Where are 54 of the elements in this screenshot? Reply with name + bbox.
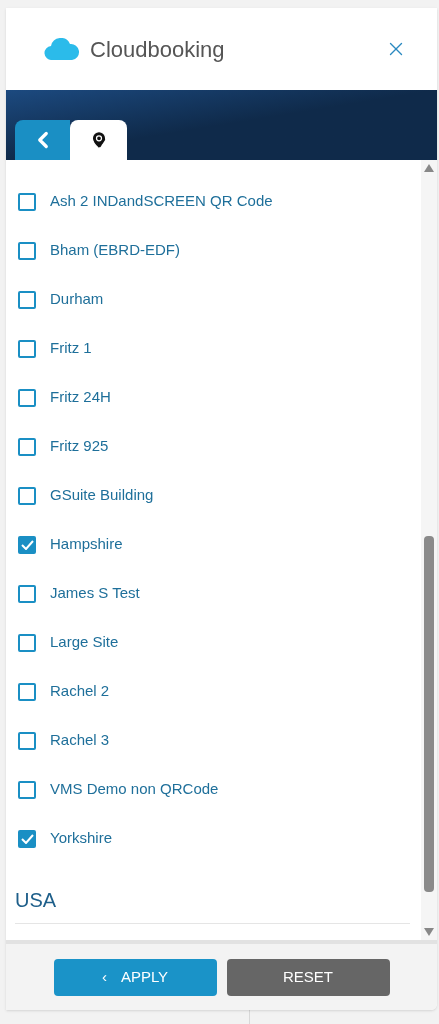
site-option[interactable]: VMS Demo non QRCode — [15, 765, 409, 814]
site-label: VMS Demo non QRCode — [50, 779, 219, 800]
checkbox[interactable] — [18, 780, 36, 799]
site-option[interactable]: Bham (EBRD-EDF) — [15, 226, 409, 275]
site-label: Durham — [50, 289, 104, 310]
site-option[interactable]: Fritz 24H — [15, 373, 409, 422]
site-label: Yorkshire — [50, 828, 112, 849]
site-option[interactable]: Fritz 1 — [15, 324, 409, 373]
site-option[interactable]: GSuite Building — [15, 471, 409, 520]
checkbox[interactable] — [18, 437, 36, 456]
site-option[interactable]: Durham — [15, 275, 409, 324]
checkbox[interactable] — [18, 388, 36, 407]
scrollbar[interactable] — [421, 160, 437, 940]
site-label: Large Site — [50, 632, 119, 653]
site-label: Ash 2 INDandSCREEN QR Code — [50, 191, 273, 212]
checkbox[interactable] — [18, 339, 36, 358]
site-option[interactable]: Ash 2 INDandSCREEN QR Code — [15, 177, 409, 226]
site-label: Bham (EBRD-EDF) — [50, 240, 180, 261]
check-icon — [20, 539, 34, 550]
checkbox[interactable] — [18, 731, 36, 750]
app-title: Cloudbooking — [90, 35, 225, 64]
site-label: James S Test — [50, 583, 140, 604]
scroll-down-icon[interactable] — [424, 928, 434, 936]
checkbox[interactable] — [18, 192, 36, 211]
site-label: Fritz 925 — [50, 436, 109, 457]
group-heading: USA — [15, 885, 410, 924]
checkbox[interactable] — [18, 535, 36, 554]
site-option[interactable]: Large Site — [15, 618, 409, 667]
reset-button[interactable]: RESET — [226, 958, 390, 996]
site-option[interactable]: James S Test — [15, 569, 409, 618]
scroll-thumb[interactable] — [424, 536, 434, 892]
check-icon — [20, 833, 34, 844]
site-label: Rachel 3 — [50, 730, 110, 751]
cloud-icon — [44, 38, 80, 60]
site-option[interactable]: Hampshire — [15, 520, 409, 569]
site-option[interactable]: Yorkshire — [15, 814, 409, 863]
site-option[interactable]: Rachel 3 — [15, 716, 409, 765]
checkbox[interactable] — [18, 486, 36, 505]
site-label: Fritz 1 — [50, 338, 92, 359]
site-label: GSuite Building — [50, 485, 154, 506]
site-option[interactable]: Rachel 2 — [15, 667, 409, 716]
checkbox[interactable] — [18, 241, 36, 260]
checkbox[interactable] — [18, 633, 36, 652]
site-label: Rachel 2 — [50, 681, 110, 702]
site-option[interactable]: Fritz 925 — [15, 422, 409, 471]
checkbox[interactable] — [18, 290, 36, 309]
scroll-up-icon[interactable] — [424, 164, 434, 172]
checkbox[interactable] — [18, 584, 36, 603]
checkbox[interactable] — [18, 829, 36, 848]
site-label: Fritz 24H — [50, 387, 111, 408]
checkbox[interactable] — [18, 682, 36, 701]
site-label: Hampshire — [50, 534, 123, 555]
location-tab[interactable] — [70, 120, 127, 160]
apply-button[interactable]: ‹ APPLY — [53, 958, 217, 996]
